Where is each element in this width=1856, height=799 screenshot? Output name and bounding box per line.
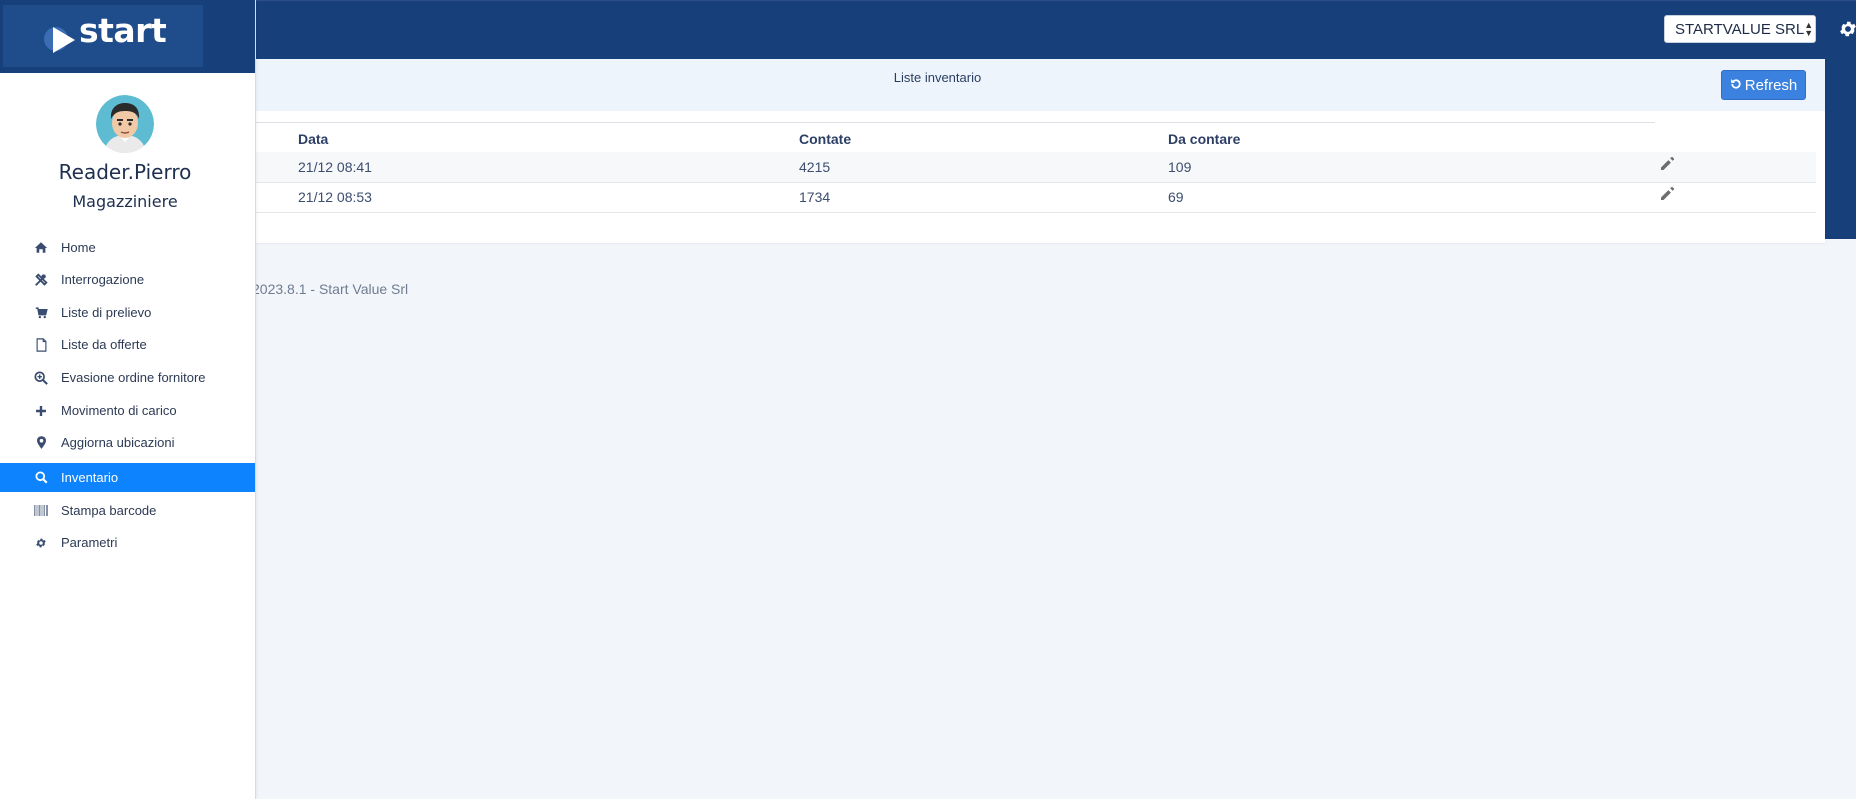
play-icon xyxy=(53,27,75,53)
sidebar-item-inventario[interactable]: Inventario xyxy=(0,463,255,492)
tools-icon xyxy=(33,272,49,288)
cell-contate: 4215 xyxy=(799,159,831,175)
logo-area: start xyxy=(0,0,255,73)
footer-version: 2023.8.1 - Start Value Srl xyxy=(252,281,409,297)
table-row[interactable]: 21/12 08:53 1734 69 xyxy=(0,182,1816,213)
sidebar-item-liste-prelievo[interactable]: Liste di prelievo xyxy=(0,298,255,327)
panel-header: Liste inventario Refresh xyxy=(0,59,1825,111)
cell-contate: 1734 xyxy=(799,189,831,205)
top-bar: STARTVALUE SRL ▲ ▼ xyxy=(0,0,1856,60)
column-header-contate[interactable]: Contate xyxy=(799,131,851,147)
sidebar-item-stampa-barcode[interactable]: Stampa barcode xyxy=(0,496,255,525)
file-icon xyxy=(33,337,49,353)
edit-pencil-icon[interactable] xyxy=(1659,156,1677,174)
refresh-icon xyxy=(1730,77,1742,93)
sidebar-item-label: Movimento di carico xyxy=(61,403,177,418)
company-select-value: STARTVALUE SRL xyxy=(1675,20,1805,38)
plus-icon xyxy=(33,403,49,419)
sidebar-item-parametri[interactable]: Parametri xyxy=(0,528,255,557)
barcode-icon xyxy=(33,503,49,519)
cart-icon xyxy=(33,305,49,321)
cell-data: 21/12 08:41 xyxy=(298,159,372,175)
sidebar-item-label: Evasione ordine fornitore xyxy=(61,370,206,385)
logo-text: start xyxy=(79,11,167,50)
refresh-button[interactable]: Refresh xyxy=(1721,70,1806,100)
sidebar-item-home[interactable]: Home xyxy=(0,233,255,262)
select-arrows-icon: ▲ ▼ xyxy=(1804,20,1814,38)
panel-title: Liste inventario xyxy=(893,70,982,85)
sidebar-item-evasione-ordine[interactable]: Evasione ordine fornitore xyxy=(0,363,255,392)
user-name: Reader.Pierro xyxy=(58,160,192,184)
sidebar-item-label: Home xyxy=(61,240,96,255)
user-role: Magazziniere xyxy=(72,192,178,211)
sidebar-item-aggiorna-ubicazioni[interactable]: Aggiorna ubicazioni xyxy=(0,428,255,457)
map-marker-icon xyxy=(33,435,49,451)
sidebar-item-interrogazione[interactable]: Interrogazione xyxy=(0,265,255,294)
cell-data: 21/12 08:53 xyxy=(298,189,372,205)
sidebar-item-label: Liste da offerte xyxy=(61,337,147,352)
settings-gear-icon[interactable] xyxy=(1838,19,1856,43)
sidebar-item-movimento-carico[interactable]: Movimento di carico xyxy=(0,396,255,425)
inventory-panel: Liste inventario Refresh Data Contate Da… xyxy=(0,59,1825,243)
avatar xyxy=(96,95,154,153)
sidebar-item-label: Stampa barcode xyxy=(61,503,157,518)
sidebar-item-label: Liste di prelievo xyxy=(61,305,152,320)
sidebar-item-label: Inventario xyxy=(61,470,119,485)
table-row[interactable]: 21/12 08:41 4215 109 xyxy=(0,152,1816,183)
sidebar-item-label: Aggiorna ubicazioni xyxy=(61,435,175,450)
zoom-in-icon xyxy=(33,370,49,386)
sidebar-item-label: Interrogazione xyxy=(61,272,145,287)
sidebar-item-liste-offerte[interactable]: Liste da offerte xyxy=(0,330,255,359)
company-select[interactable]: STARTVALUE SRL ▲ ▼ xyxy=(1664,15,1816,43)
refresh-label: Refresh xyxy=(1744,76,1798,94)
right-stripe xyxy=(1825,59,1856,239)
edit-pencil-icon[interactable] xyxy=(1659,186,1677,204)
column-header-data[interactable]: Data xyxy=(298,131,328,147)
column-header-da-contare[interactable]: Da contare xyxy=(1168,131,1240,147)
app-logo[interactable]: start xyxy=(3,5,203,67)
gear-icon xyxy=(33,535,49,551)
cell-da-contare: 109 xyxy=(1168,159,1192,175)
sidebar: start Reader.Pierro Magazziniere Home In… xyxy=(0,0,256,799)
search-icon xyxy=(33,470,49,486)
sidebar-item-label: Parametri xyxy=(61,535,118,550)
cell-da-contare: 69 xyxy=(1168,189,1184,205)
home-icon xyxy=(33,240,49,256)
